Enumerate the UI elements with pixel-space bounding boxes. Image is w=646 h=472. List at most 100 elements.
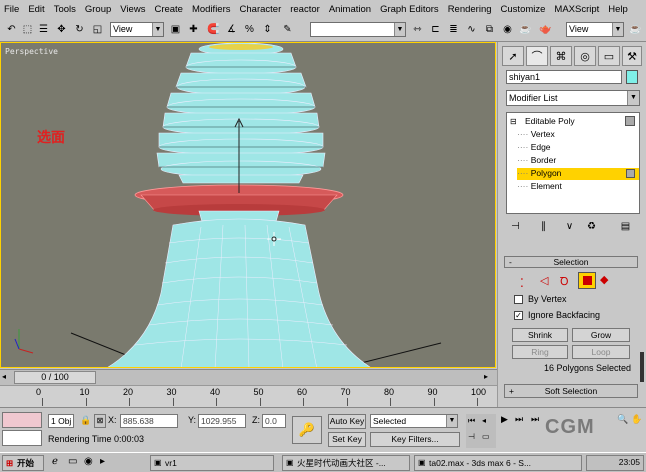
media-icon[interactable]: ◉ [84,456,93,467]
menu-item-maxscript[interactable]: MAXScript [554,4,599,15]
menu-item-edit[interactable]: Edit [28,4,44,15]
object-name-field[interactable]: shiyan1 [506,70,622,84]
modifier-list-dropdown[interactable]: Modifier List ▼ [506,90,640,106]
stack-item-border[interactable]: ···· Border [517,155,639,167]
vertex-mode-icon[interactable]: ⁚ [520,276,524,290]
pin-stack-icon[interactable]: ⊣ [508,218,523,234]
soft-selection-rollout-header[interactable]: + Soft Selection [504,384,638,398]
make-unique-icon[interactable]: ∨ [562,218,577,234]
collapse-icon[interactable]: ⊟ [510,117,517,126]
absolute-mode-icon[interactable]: ⊠ [94,414,106,428]
prev-key-icon[interactable]: ◂ [482,416,486,425]
ie-icon[interactable]: ℯ [52,456,58,467]
menu-item-modifiers[interactable]: Modifiers [192,4,231,15]
stack-item-edge[interactable]: ···· Edge [517,142,639,154]
goto-end-icon[interactable]: ⏭ [531,414,539,425]
remove-modifier-icon[interactable]: ♻ [584,218,599,234]
menu-item-customize[interactable]: Customize [501,4,546,15]
mirror-icon[interactable]: ⇿ [410,21,425,37]
panel-scrollbar[interactable] [640,352,644,382]
motion-tab-icon[interactable]: ◎ [574,46,596,66]
material-editor-icon[interactable]: ◉ [500,21,515,37]
ring-button[interactable]: Ring [512,345,568,359]
reference-coord-combo[interactable]: View ▼ [110,22,164,37]
spinner-snap-icon[interactable]: ⇕ [260,21,275,37]
lock-selection-icon[interactable]: 🔒 [80,415,91,426]
selection-rollout-header[interactable]: - Selection [504,256,638,268]
ignore-backfacing-checkbox[interactable]: ✓ [514,311,523,320]
snap-icon[interactable]: 🧲 [206,21,221,37]
curve-editor-icon[interactable]: ∿ [464,21,479,37]
auto-key-button[interactable]: Auto Key [328,414,366,429]
stack-item-polygon[interactable]: ···· Polygon [517,168,639,180]
viewport-label[interactable]: Perspective [5,47,58,56]
menu-item-rendering[interactable]: Rendering [448,4,492,15]
menu-item-animation[interactable]: Animation [329,4,371,15]
angle-snap-icon[interactable]: ∡ [224,21,239,37]
menu-item-graph-editors[interactable]: Graph Editors [380,4,439,15]
stack-item-element[interactable]: ···· Element [517,181,639,193]
perspective-viewport[interactable]: Perspective 选面 [0,42,496,368]
utilities-tab-icon[interactable]: ⚒ [622,46,642,66]
schematic-icon[interactable]: ⧉ [482,21,497,37]
render-scene-icon[interactable]: ☕ [518,21,533,37]
next-key-icon[interactable]: ⏭ [515,414,523,425]
prev-frame-icon[interactable]: ◂ [2,372,12,383]
maxscript-listener-pink[interactable] [2,412,42,428]
y-coordinate-field[interactable]: 1029.955 [198,414,246,428]
layer-manager-icon[interactable]: ≣ [446,21,461,37]
by-vertex-checkbox[interactable] [514,295,523,304]
shrink-button[interactable]: Shrink [512,328,568,342]
time-slider-thumb[interactable]: 0 / 100 [14,371,96,384]
object-color-swatch[interactable] [626,70,638,84]
edge-mode-icon[interactable]: ◁ [540,274,548,287]
menu-item-character[interactable]: Character [240,4,282,15]
key-filters-button[interactable]: Key Filters... [370,432,460,447]
menu-item-file[interactable]: File [4,4,19,15]
select-manipulate-icon[interactable]: ✚ [186,21,201,37]
x-coordinate-field[interactable]: 885.638 [120,414,178,428]
border-mode-icon[interactable]: Ꝺ [560,274,569,289]
render-type-combo[interactable]: View ▼ [566,22,624,37]
show-desktop-icon[interactable]: ▭ [68,456,77,467]
next-frame-icon[interactable]: ▸ [484,372,494,383]
render-last-icon[interactable]: ☕ [628,21,643,37]
menu-item-reactor[interactable]: reactor [290,4,320,15]
sub-object-toggle-icon[interactable] [626,169,635,178]
percent-snap-icon[interactable]: % [242,21,257,37]
select-by-name-icon[interactable]: ☰ [36,21,51,37]
element-mode-icon[interactable]: ◆ [600,273,608,286]
undo-icon[interactable]: ↶ [4,21,19,37]
menu-item-create[interactable]: Create [154,4,183,15]
create-tab-icon[interactable]: ➚ [502,46,524,66]
set-key-mode-key-icon[interactable]: 🔑 [292,416,322,444]
pivot-icon[interactable]: ▣ [168,21,183,37]
stack-root[interactable]: Editable Poly [525,116,575,126]
stack-item-vertex[interactable]: ···· Vertex [517,129,639,141]
frame-field-icon[interactable]: ▭ [482,432,490,441]
modify-tab-icon[interactable]: ⌒ [526,46,548,66]
named-selection-icon[interactable]: ✎ [280,21,295,37]
menu-item-help[interactable]: Help [608,4,628,15]
taskbar-task[interactable]: ▣ 火星时代动画大社区 -... [282,455,410,471]
align-icon[interactable]: ⊏ [428,21,443,37]
loop-button[interactable]: Loop [572,345,630,359]
maxscript-listener-white[interactable] [2,430,42,446]
key-mode-icon[interactable]: ⊣ [468,432,475,441]
taskbar-task[interactable]: ▣ vr1 [150,455,274,471]
set-key-button[interactable]: Set Key [328,432,366,447]
stack-root-toggle-icon[interactable] [625,116,635,126]
menu-item-tools[interactable]: Tools [54,4,76,15]
menu-item-views[interactable]: Views [120,4,145,15]
quicklaunch-icon[interactable]: ▸ [100,456,105,467]
time-slider[interactable]: ◂ 0 / 100 ▸ [0,369,497,385]
show-end-result-icon[interactable]: ∥ [536,218,551,234]
z-coordinate-field[interactable]: 0.0 [262,414,286,428]
taskbar-task[interactable]: ▣ ta02.max - 3ds max 6 - S... [414,455,582,471]
scale-icon[interactable]: ◱ [90,21,105,37]
polygon-mode-icon[interactable] [578,272,596,289]
configure-sets-icon[interactable]: ▤ [618,218,633,234]
goto-start-icon[interactable]: ⏮ [468,416,475,426]
start-button[interactable]: ⊞ 开始 [2,455,44,471]
selection-set-dropdown[interactable]: Selected ▼ [370,414,458,428]
